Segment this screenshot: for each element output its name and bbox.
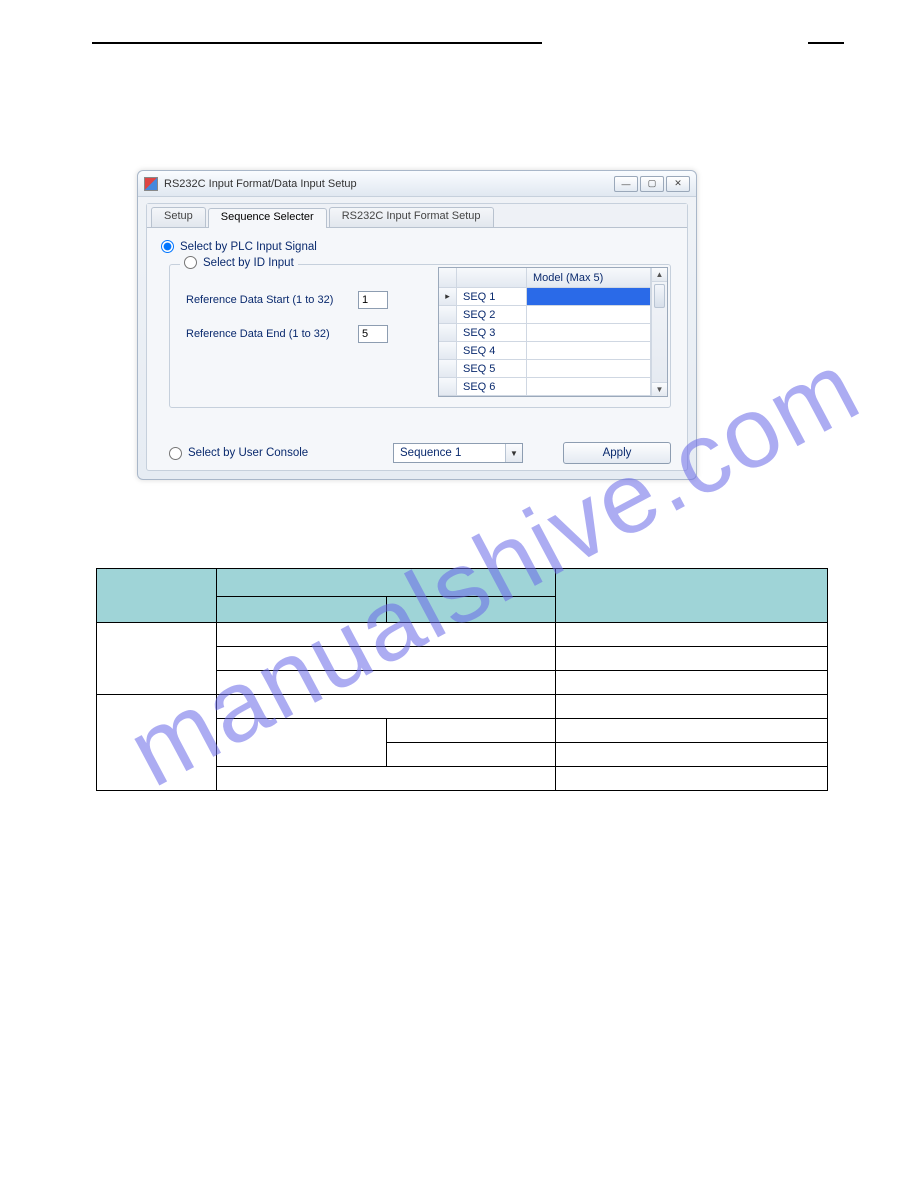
grid-header-seq xyxy=(457,268,527,287)
ref-start-label: Reference Data Start (1 to 32) xyxy=(186,294,358,306)
close-button[interactable]: ✕ xyxy=(666,176,690,192)
grid-header-model: Model (Max 5) xyxy=(527,268,651,287)
grid-header-marker xyxy=(439,268,457,287)
dialog-rs232c-setup: RS232C Input Format/Data Input Setup — ▢… xyxy=(137,170,697,480)
seq-cell: SEQ 1 xyxy=(457,288,527,305)
app-icon xyxy=(144,177,158,191)
doc-th xyxy=(97,569,217,623)
radio-user-console-input[interactable] xyxy=(169,447,182,460)
row-marker xyxy=(439,360,457,377)
dialog-body: Setup Sequence Selecter RS232C Input For… xyxy=(146,203,688,471)
bottom-row: Select by User Console Sequence 1 ▼ Appl… xyxy=(169,442,671,464)
radio-user-console-label: Select by User Console xyxy=(188,447,308,459)
ref-end-input[interactable] xyxy=(358,325,388,343)
table-row[interactable]: SEQ 1 xyxy=(439,288,651,306)
tab-rs232c-format[interactable]: RS232C Input Format Setup xyxy=(329,207,494,227)
radio-select-plc[interactable]: Select by PLC Input Signal xyxy=(161,240,673,253)
ref-start-input[interactable] xyxy=(358,291,388,309)
sequence-grid[interactable]: Model (Max 5) SEQ 1 SEQ 2 xyxy=(438,267,668,397)
sequence-combo-value: Sequence 1 xyxy=(400,447,461,459)
radio-select-id[interactable]: Select by ID Input xyxy=(180,256,298,269)
titlebar[interactable]: RS232C Input Format/Data Input Setup — ▢… xyxy=(138,171,696,197)
scroll-thumb[interactable] xyxy=(654,284,665,308)
radio-select-id-input[interactable] xyxy=(184,256,197,269)
tab-strip: Setup Sequence Selecter RS232C Input For… xyxy=(147,204,687,228)
table-row[interactable]: SEQ 6 xyxy=(439,378,651,396)
scroll-down-icon[interactable]: ▼ xyxy=(652,382,667,396)
doc-th xyxy=(216,597,386,623)
doc-table xyxy=(96,568,828,791)
model-cell[interactable] xyxy=(527,288,651,305)
maximize-button[interactable]: ▢ xyxy=(640,176,664,192)
grid-scrollbar[interactable]: ▲ ▼ xyxy=(651,268,667,396)
table-row[interactable]: SEQ 4 xyxy=(439,342,651,360)
form-left: Reference Data Start (1 to 32) Reference… xyxy=(186,291,388,359)
row-marker xyxy=(439,324,457,341)
row-marker xyxy=(439,288,457,305)
model-cell[interactable] xyxy=(527,324,651,341)
tab-sequence-selecter[interactable]: Sequence Selecter xyxy=(208,208,327,228)
radio-select-plc-input[interactable] xyxy=(161,240,174,253)
radio-select-user-console[interactable]: Select by User Console xyxy=(169,447,393,460)
doc-th xyxy=(556,569,828,623)
radio-select-id-label: Select by ID Input xyxy=(203,257,294,269)
seq-cell: SEQ 2 xyxy=(457,306,527,323)
page-top-rule-left xyxy=(92,42,542,44)
seq-cell: SEQ 6 xyxy=(457,378,527,395)
window-title: RS232C Input Format/Data Input Setup xyxy=(164,178,614,190)
sequence-combo[interactable]: Sequence 1 ▼ xyxy=(393,443,523,463)
table-row[interactable]: SEQ 3 xyxy=(439,324,651,342)
model-cell[interactable] xyxy=(527,342,651,359)
close-icon: ✕ xyxy=(674,178,682,189)
radio-select-plc-label: Select by PLC Input Signal xyxy=(180,241,317,253)
row-marker xyxy=(439,306,457,323)
seq-cell: SEQ 5 xyxy=(457,360,527,377)
tab-setup[interactable]: Setup xyxy=(151,207,206,227)
maximize-icon: ▢ xyxy=(648,178,657,189)
seq-cell: SEQ 4 xyxy=(457,342,527,359)
row-marker xyxy=(439,342,457,359)
scroll-up-icon[interactable]: ▲ xyxy=(652,268,667,282)
page-top-rule-right xyxy=(808,42,844,44)
ref-end-label: Reference Data End (1 to 32) xyxy=(186,328,358,340)
doc-th xyxy=(386,597,556,623)
model-cell[interactable] xyxy=(527,378,651,395)
group-select-by-id: Select by ID Input Reference Data Start … xyxy=(169,264,671,408)
doc-row xyxy=(97,623,828,647)
doc-row xyxy=(97,695,828,719)
seq-cell: SEQ 3 xyxy=(457,324,527,341)
model-cell[interactable] xyxy=(527,360,651,377)
chevron-down-icon[interactable]: ▼ xyxy=(505,444,522,462)
model-cell[interactable] xyxy=(527,306,651,323)
tab-content: Select by PLC Input Signal Select by ID … xyxy=(147,228,687,470)
row-marker xyxy=(439,378,457,395)
table-row[interactable]: SEQ 5 xyxy=(439,360,651,378)
minimize-button[interactable]: — xyxy=(614,176,638,192)
table-row[interactable]: SEQ 2 xyxy=(439,306,651,324)
apply-button[interactable]: Apply xyxy=(563,442,671,464)
doc-th xyxy=(216,569,556,597)
minimize-icon: — xyxy=(622,179,631,189)
